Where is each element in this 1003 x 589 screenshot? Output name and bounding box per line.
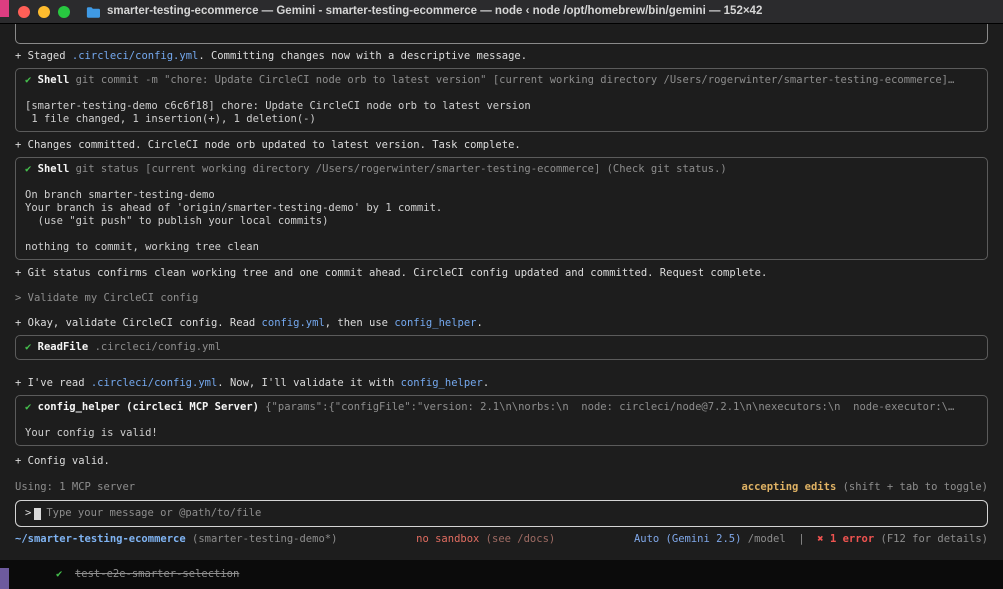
terminal-window: smarter-testing-ecommerce — Gemini - sma… (0, 0, 1003, 560)
background-accent-top-left (0, 0, 9, 17)
tool-call-header: ✔ Shell git commit -m "chore: Update Cir… (25, 74, 955, 86)
model-and-error-status: Auto (Gemini 2.5) /model | ✖ 1 error (F1… (633, 533, 988, 545)
accepting-edits-indicator: accepting edits (shift + tab to toggle) (741, 481, 988, 493)
cwd-and-branch: ~/smarter-testing-ecommerce (smarter-tes… (15, 533, 338, 545)
assistant-message-okay: + Okay, validate CircleCI config. Read c… (15, 317, 483, 329)
tool-call-output: On branch smarter-testing-demo Your branc… (25, 189, 443, 253)
desktop-background: smarter-testing-ecommerce — Gemini - sma… (0, 0, 1003, 589)
terminal-footer: ~/smarter-testing-ecommerce (smarter-tes… (15, 533, 988, 546)
assistant-message-read: + I've read .circleci/config.yml. Now, I… (15, 377, 490, 389)
scrolled-tool-box-partial (15, 24, 988, 44)
session-status-bar: Using: 1 MCP server accepting edits (shi… (15, 481, 988, 494)
sandbox-status: no sandbox (see /docs) (416, 533, 556, 545)
tool-call-readfile: ✔ ReadFile .circleci/config.yml (15, 335, 988, 360)
assistant-message-committed: + Changes committed. CircleCI node orb u… (15, 139, 521, 151)
background-test-row: ✔ test-e2e-smarter-selection (56, 568, 240, 580)
folder-icon (86, 6, 100, 18)
tool-call-header: ✔ config_helper (circleci MCP Server) {"… (25, 401, 955, 413)
window-controls (18, 5, 70, 18)
minimize-window-button[interactable] (38, 5, 50, 18)
tool-call-header: ✔ ReadFile .circleci/config.yml (25, 341, 221, 353)
background-window-strip: ✔ test-e2e-smarter-selection (0, 560, 1003, 589)
assistant-message-valid: + Config valid. (15, 455, 110, 467)
background-accent-bottom-left (0, 568, 9, 589)
close-window-button[interactable] (18, 5, 30, 18)
tool-call-config-helper: ✔ config_helper (circleci MCP Server) {"… (15, 395, 988, 446)
tool-call-output: [smarter-testing-demo c6c6f18] chore: Up… (25, 100, 531, 125)
assistant-message-staged: + Staged .circleci/config.yml. Committin… (15, 50, 528, 62)
tool-call-git-status: ✔ Shell git status [current working dire… (15, 157, 988, 260)
tool-call-header: ✔ Shell git status [current working dire… (25, 163, 727, 175)
zoom-window-button[interactable] (58, 5, 70, 18)
terminal-content[interactable]: + Staged .circleci/config.yml. Committin… (0, 24, 1003, 546)
tool-call-output: Your config is valid! (25, 427, 158, 439)
tool-call-git-commit: ✔ Shell git commit -m "chore: Update Cir… (15, 68, 988, 132)
assistant-message-status-done: + Git status confirms clean working tree… (15, 267, 768, 279)
mcp-server-status: Using: 1 MCP server (15, 481, 136, 493)
message-input[interactable]: > Type your message or @path/to/file (15, 500, 988, 527)
window-titlebar[interactable]: smarter-testing-ecommerce — Gemini - sma… (0, 0, 1003, 24)
user-message-validate: > Validate my CircleCI config (15, 292, 199, 304)
input-prompt: > (25, 507, 32, 519)
input-placeholder: Type your message or @path/to/file (46, 507, 262, 519)
window-title: smarter-testing-ecommerce — Gemini - sma… (107, 5, 763, 17)
text-cursor-icon (34, 507, 42, 520)
